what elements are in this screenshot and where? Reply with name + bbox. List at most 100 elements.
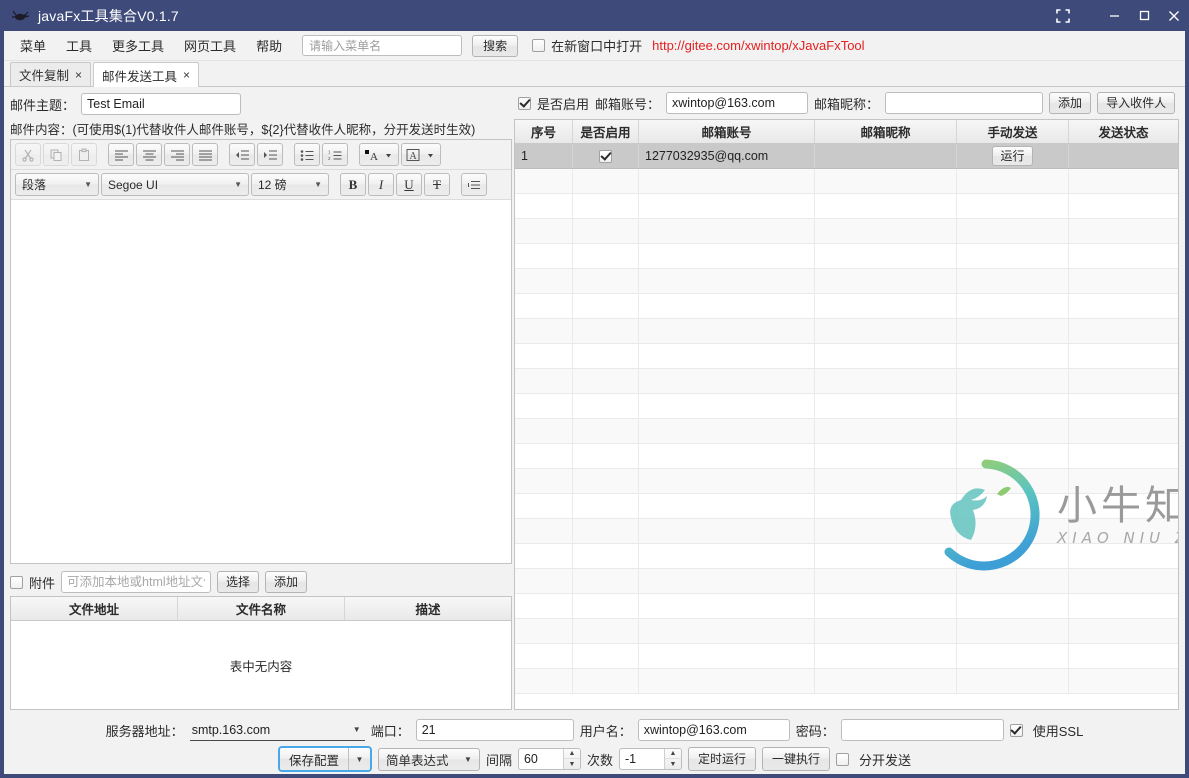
table-row-empty[interactable] [515,244,1178,269]
close-icon[interactable] [1159,0,1189,31]
italic-button[interactable]: I [368,173,394,196]
table-row-empty[interactable] [515,469,1178,494]
menu-item-menu[interactable]: 菜单 [10,32,56,59]
separate-send-checkbox[interactable] [836,752,850,766]
times-value[interactable]: -1 [620,749,664,769]
cell-enabled[interactable] [573,144,639,168]
table-row-empty[interactable] [515,669,1178,694]
enable-checkbox[interactable] [518,96,531,110]
chevron-down-icon[interactable]: ▼ [665,759,681,769]
align-left-icon[interactable] [108,143,134,166]
tab-mail-sender[interactable]: 邮件发送工具 × [93,62,200,87]
table-row-empty[interactable] [515,269,1178,294]
nick-input[interactable] [885,92,1044,114]
new-window-checkbox-wrap[interactable]: 在新窗口中打开 [532,36,642,55]
table-row-empty[interactable] [515,294,1178,319]
editor-body[interactable] [11,200,511,563]
table-row-empty[interactable] [515,569,1178,594]
table-row-empty[interactable] [515,369,1178,394]
project-link[interactable]: http://gitee.com/xwintop/xJavaFxTool [652,38,864,53]
port-input[interactable] [415,719,574,741]
table-row-empty[interactable] [515,319,1178,344]
add-recipient-button[interactable]: 添加 [1049,92,1092,114]
table-row-empty[interactable] [515,219,1178,244]
table-row-empty[interactable] [515,494,1178,519]
table-row-empty[interactable] [515,519,1178,544]
align-right-icon[interactable] [164,143,190,166]
chevron-up-icon[interactable]: ▲ [563,749,580,759]
bullet-list-icon[interactable] [294,143,320,166]
bold-button[interactable]: B [340,173,366,196]
cut-icon[interactable] [15,143,41,166]
chevron-up-icon[interactable]: ▲ [665,749,681,759]
table-row-empty[interactable] [515,419,1178,444]
menu-item-tools[interactable]: 工具 [56,32,102,59]
attachment-add-button[interactable]: 添加 [265,571,308,593]
cell-manual-send[interactable]: 运行 [957,144,1069,168]
paragraph-style-select[interactable]: 段落 ▼ [15,173,99,196]
text-color-icon[interactable]: A [359,143,399,166]
search-button[interactable]: 搜索 [472,34,519,57]
ssl-checkbox[interactable] [1009,723,1023,737]
highlight-color-icon[interactable]: A [401,143,441,166]
timer-run-button[interactable]: 定时运行 [688,747,757,771]
font-size-select[interactable]: 12 磅 ▼ [251,173,329,196]
server-address-select[interactable]: smtp.163.com ▼ [189,719,365,741]
new-window-checkbox[interactable] [532,39,546,52]
tab-mail-sender-close-icon[interactable]: × [183,68,190,82]
password-input[interactable] [840,719,1004,741]
maximize-icon[interactable] [1129,0,1159,31]
align-justify-icon[interactable] [192,143,218,166]
table-row-empty[interactable] [515,169,1178,194]
fullscreen-icon[interactable] [1041,0,1085,31]
table-row-empty[interactable] [515,544,1178,569]
font-family-select[interactable]: Segoe UI ▼ [101,173,249,196]
table-row-empty[interactable] [515,344,1178,369]
tab-file-copy-close-icon[interactable]: × [75,68,82,82]
subject-input[interactable] [81,93,242,115]
onekey-run-button[interactable]: 一键执行 [762,747,831,771]
menu-item-help[interactable]: 帮助 [246,32,292,59]
line-spacing-icon[interactable] [461,173,487,196]
table-row-empty[interactable] [515,394,1178,419]
recipients-table-body[interactable]: 1 1277032935@qq.com 运行 [515,144,1178,709]
underline-button[interactable]: U [396,173,422,196]
username-input[interactable] [637,719,790,741]
row-enabled-checkbox[interactable] [599,149,612,163]
attachment-choose-button[interactable]: 选择 [217,571,260,593]
menu-item-more-tools[interactable]: 更多工具 [102,32,174,59]
row-run-button[interactable]: 运行 [992,146,1033,166]
numbered-list-icon[interactable]: 12 [322,143,348,166]
import-recipients-button[interactable]: 导入收件人 [1097,92,1176,114]
chevron-down-icon[interactable]: ▼ [564,759,580,769]
menu-item-web-tools[interactable]: 网页工具 [174,32,246,59]
account-input[interactable] [666,92,809,114]
minimize-icon[interactable] [1099,0,1129,31]
save-config-chevron-down-icon[interactable]: ▼ [347,748,370,770]
attachment-checkbox[interactable] [10,575,23,589]
copy-icon[interactable] [43,143,69,166]
table-row-empty[interactable] [515,194,1178,219]
times-stepper[interactable]: -1 ▲ ▼ [619,748,682,770]
interval-value[interactable]: 60 [519,749,563,769]
indent-icon[interactable] [257,143,283,166]
outdent-icon[interactable] [229,143,255,166]
menu-search-input[interactable] [302,35,463,56]
cell-empty-4 [957,169,1069,193]
expression-select[interactable]: 简单表达式 ▼ [377,747,480,771]
save-config-button[interactable]: 保存配置 [279,748,348,770]
table-row-empty[interactable] [515,444,1178,469]
times-stepper-buttons[interactable]: ▲ ▼ [664,749,681,769]
align-center-icon[interactable] [136,143,162,166]
interval-stepper[interactable]: 60 ▲ ▼ [517,748,581,770]
strikethrough-button[interactable]: T [424,173,450,196]
interval-stepper-buttons[interactable]: ▲ ▼ [562,749,580,769]
table-row-empty[interactable] [515,619,1178,644]
table-row-empty[interactable] [515,594,1178,619]
tab-file-copy[interactable]: 文件复制 × [10,62,92,86]
table-row-empty[interactable] [515,644,1178,669]
attachment-path-input[interactable] [61,571,212,593]
paste-icon[interactable] [71,143,97,166]
table-row[interactable]: 1 1277032935@qq.com 运行 [515,144,1178,169]
save-config-split-button[interactable]: 保存配置 ▼ [277,746,372,772]
